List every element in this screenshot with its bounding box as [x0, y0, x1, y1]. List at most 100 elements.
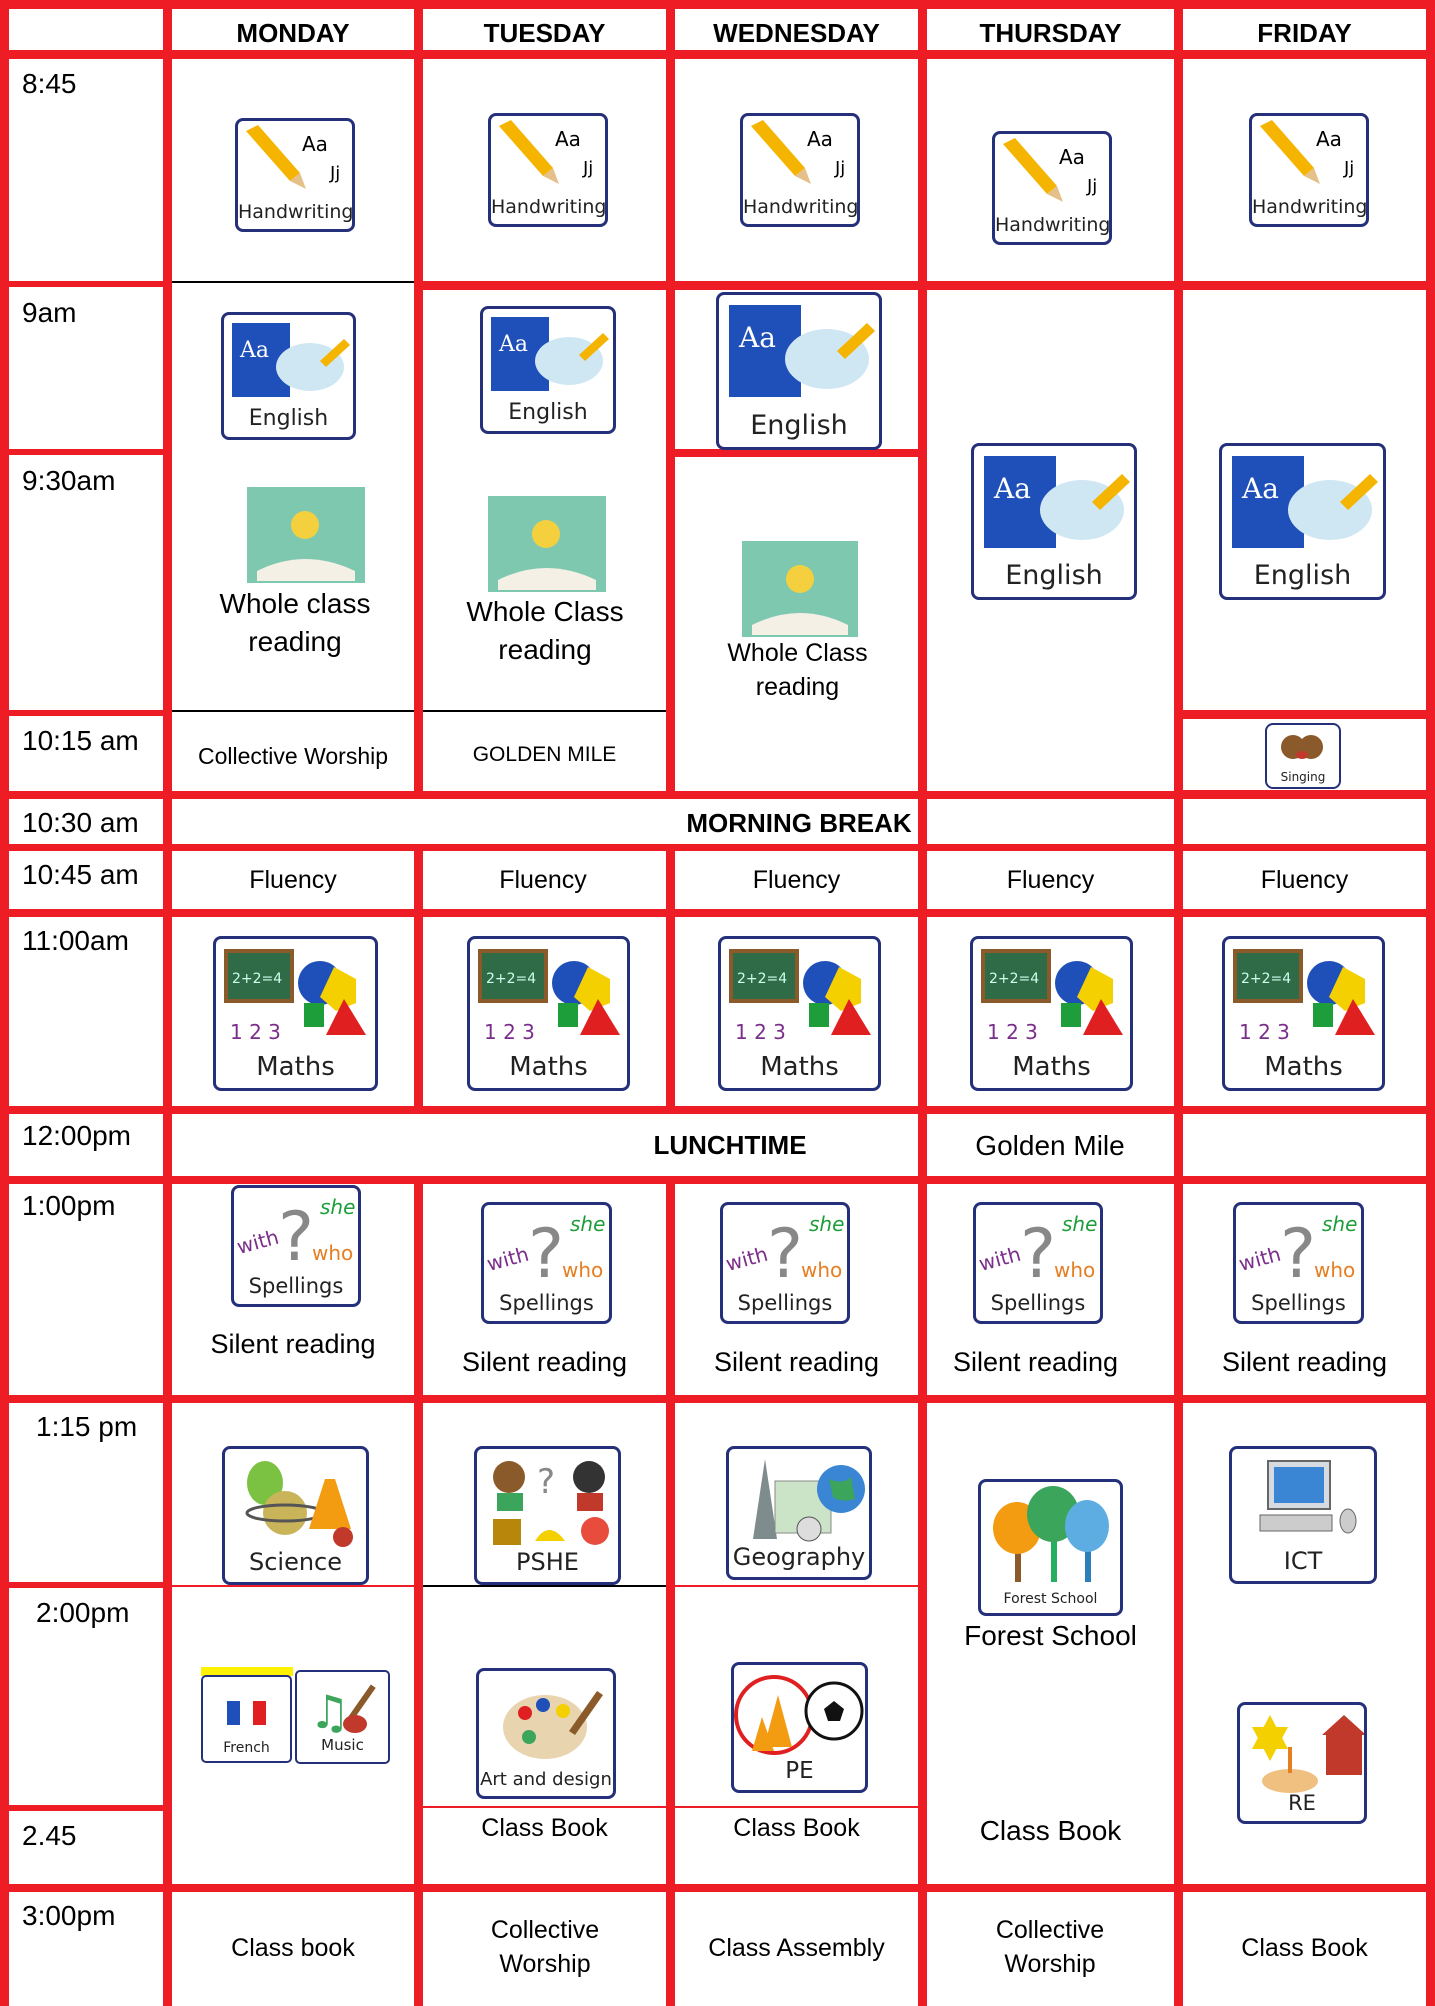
silent-reading-mon: Silent reading	[210, 1329, 376, 1359]
ict-label: ICT	[1283, 1547, 1323, 1575]
svg-text:with: with	[484, 1242, 531, 1276]
maths-card-tue: 2+2=4 1 2 3 Maths	[467, 936, 630, 1091]
svg-text:who: who	[801, 1258, 842, 1282]
pencil-icon: AaJj	[751, 120, 845, 184]
science-card: Science	[222, 1446, 369, 1585]
time-1200: 12:00pm	[22, 1120, 131, 1151]
art-card: Art and design	[476, 1668, 616, 1799]
maths-card-thu: 2+2=4 1 2 3 Maths	[970, 936, 1133, 1091]
re-icon	[1252, 1715, 1364, 1793]
lunchtime: LUNCHTIME	[653, 1130, 807, 1160]
spellings-label: Spellings	[990, 1291, 1086, 1315]
svg-text:Aa: Aa	[738, 321, 776, 354]
day-header-monday: MONDAY	[236, 18, 350, 48]
pshe-card: ? PSHE	[474, 1446, 621, 1585]
geography-label: Geography	[732, 1543, 866, 1571]
svg-text:1 2 3: 1 2 3	[735, 1020, 786, 1044]
time-9am: 9am	[22, 297, 77, 328]
silent-reading-fri: Silent reading	[1221, 1347, 1388, 1377]
class-book-wed-245: Class Book	[733, 1814, 860, 1842]
maths-shapes-icon: 2+2=4 1 2 3	[224, 949, 366, 1044]
silent-reading-wed: Silent reading	[713, 1347, 880, 1377]
fluency-tue: Fluency	[499, 866, 587, 894]
spellings-card-fri: ? with she who Spellings	[1233, 1202, 1364, 1324]
art-label: Art and design	[480, 1769, 612, 1790]
spellings-card-thu: ? with she who Spellings	[973, 1202, 1103, 1324]
question-mark-icon: ?with she who	[723, 1212, 844, 1289]
open-book-image	[247, 487, 365, 583]
class-assembly-wed: Class Assembly	[708, 1934, 885, 1962]
class-book-thu-245: Class Book	[979, 1815, 1122, 1846]
maths-card-mon: 2+2=4 1 2 3 Maths	[213, 936, 378, 1091]
collective-worship-tue: Collective Worship	[490, 1916, 600, 1978]
english-label: English	[508, 400, 588, 425]
spellings-card-wed: ? with she who Spellings	[720, 1202, 850, 1324]
timetable-page: { "days": ["MONDAY", "TUESDAY", "WEDNESD…	[0, 0, 1435, 2006]
time-300: 3:00pm	[22, 1900, 116, 1931]
day-header-tuesday: TUESDAY	[483, 18, 606, 48]
svg-text:♫: ♫	[309, 1685, 350, 1738]
forest-school-label: Forest School	[1003, 1591, 1098, 1607]
svg-text:1 2 3: 1 2 3	[1239, 1020, 1290, 1044]
whole-class-reading-mon: Whole class reading	[219, 588, 371, 657]
handwriting-label: Handwriting	[238, 201, 354, 223]
ict-card: ICT	[1229, 1446, 1377, 1584]
day-header-thursday: THURSDAY	[979, 18, 1122, 48]
svg-text:1 2 3: 1 2 3	[484, 1020, 535, 1044]
english-card-thu: Aa English	[971, 443, 1137, 600]
day-header-wednesday: WEDNESDAY	[713, 18, 880, 48]
svg-text:2+2=4: 2+2=4	[737, 971, 787, 987]
singing-label: Singing	[1280, 770, 1326, 784]
time-1100: 11:00am	[22, 925, 129, 956]
re-label: RE	[1288, 1791, 1316, 1815]
day-header-friday: FRIDAY	[1257, 18, 1352, 48]
english-card-tue: Aa English	[480, 306, 616, 434]
svg-text:?: ?	[528, 1215, 564, 1289]
open-book-image	[488, 496, 606, 592]
handwriting-card-tue: Aa Jj Handwriting	[488, 113, 608, 227]
music-card: ♫ Music	[295, 1670, 390, 1764]
maths-shapes-icon: 2+2=4 1 2 3	[729, 949, 871, 1044]
svg-text:Aa: Aa	[302, 132, 328, 156]
maths-card-fri: 2+2=4 1 2 3 Maths	[1222, 936, 1385, 1091]
handwriting-card-mon: Aa Jj Handwriting	[235, 118, 355, 232]
svg-text:she: she	[320, 1195, 355, 1219]
time-200: 2:00pm	[36, 1597, 130, 1628]
time-845: 8:45	[22, 68, 77, 99]
geography-card: Geography	[726, 1446, 872, 1580]
collective-worship-thu: Collective Worship	[995, 1916, 1105, 1978]
handwriting-label: Handwriting	[1252, 196, 1368, 218]
music-label: Music	[321, 1736, 364, 1754]
paint-palette-icon	[503, 1691, 603, 1759]
question-mark-icon: ?with she who	[484, 1212, 605, 1289]
svg-text:who: who	[312, 1241, 353, 1265]
svg-text:?: ?	[537, 1462, 555, 1502]
pshe-icon: ?	[493, 1461, 609, 1545]
svg-text:she: she	[1322, 1212, 1357, 1236]
svg-text:2+2=4: 2+2=4	[486, 971, 536, 987]
handwriting-label: Handwriting	[995, 214, 1111, 236]
handwriting-card-fri: Aa Jj Handwriting	[1249, 113, 1369, 227]
english-card-mon: Aa English	[221, 312, 356, 440]
english-label: English	[1005, 560, 1103, 591]
fluency-mon: Fluency	[249, 866, 337, 894]
maths-label: Maths	[256, 1052, 335, 1082]
svg-text:who: who	[562, 1258, 603, 1282]
handwriting-card-wed: Aa Jj Handwriting	[740, 113, 860, 227]
class-book-mon-300: Class book	[231, 1934, 355, 1962]
class-book-tue-245: Class Book	[481, 1814, 608, 1842]
music-icon: ♫	[309, 1684, 376, 1738]
spellings-label: Spellings	[248, 1274, 344, 1298]
svg-text:?: ?	[1280, 1215, 1316, 1289]
spellings-card-tue: ? with she who Spellings	[481, 1202, 612, 1324]
science-label: Science	[248, 1548, 343, 1576]
book-icon: Aa	[984, 456, 1130, 548]
svg-text:Aa: Aa	[498, 332, 528, 357]
svg-text:Jj: Jj	[834, 158, 845, 179]
time-1045: 10:45 am	[22, 859, 139, 890]
maths-label: Maths	[760, 1052, 839, 1082]
svg-text:with: with	[234, 1225, 281, 1259]
pshe-label: PSHE	[516, 1548, 579, 1576]
pencil-icon: AaJj	[1260, 120, 1354, 184]
svg-text:Aa: Aa	[1316, 127, 1342, 151]
